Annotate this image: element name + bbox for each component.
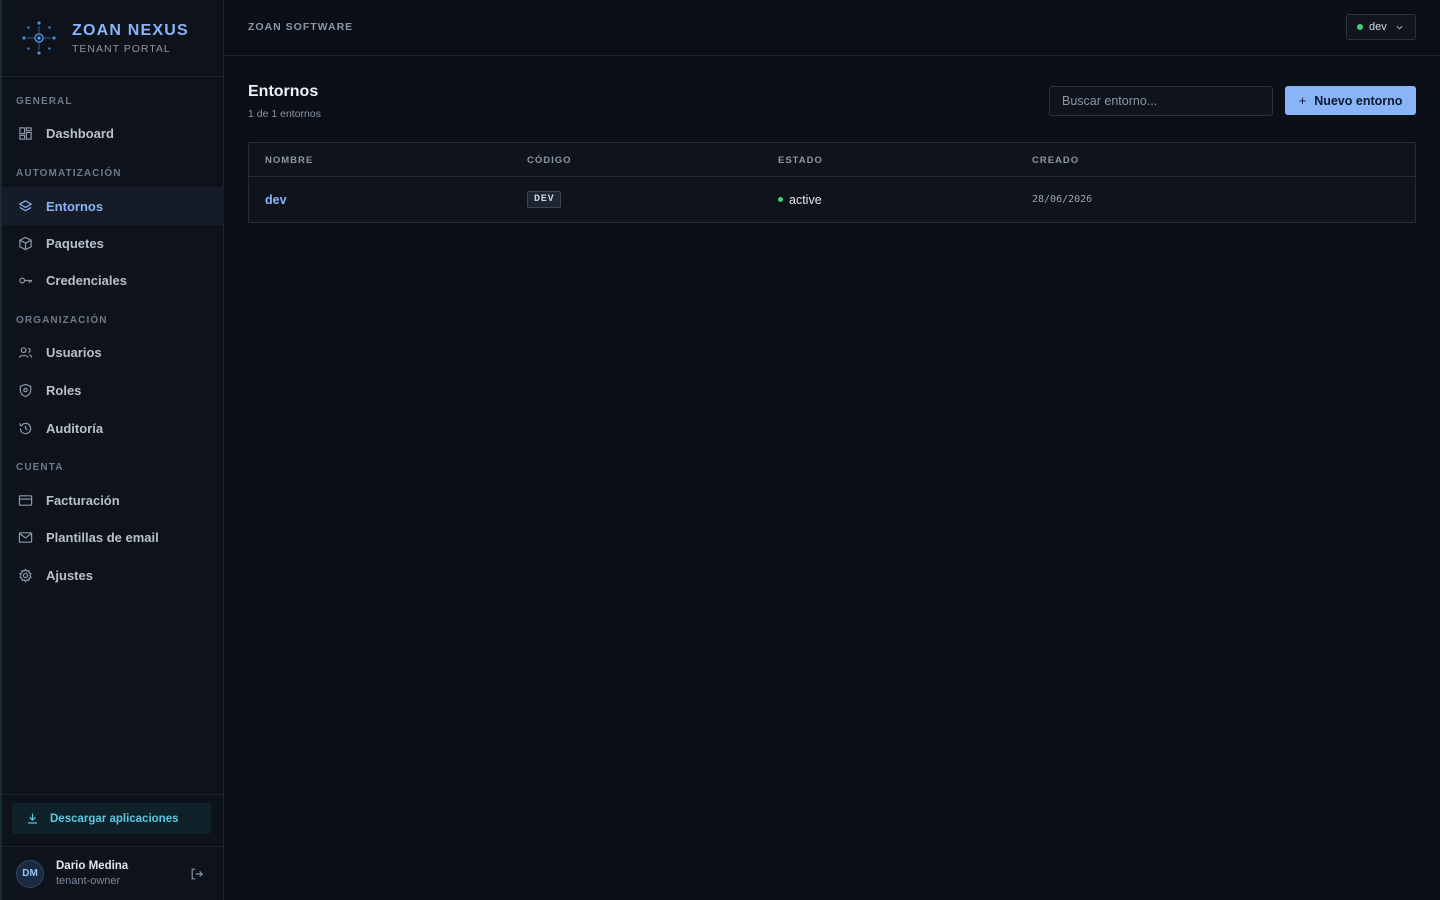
sidebar-item-auditoria[interactable]: Auditoría (2, 409, 224, 447)
network-node-icon (22, 21, 56, 55)
sidebar-item-label: Usuarios (46, 344, 102, 360)
section-label-automatizacion: AUTOMATIZACIÓN (16, 168, 122, 179)
avatar[interactable]: DM (16, 859, 44, 888)
plus-icon: + (1298, 93, 1307, 108)
page-title: Entornos (248, 83, 319, 100)
download-apps-button[interactable]: Descargar aplicaciones (12, 803, 211, 834)
search-input[interactable] (1049, 86, 1273, 116)
column-header-nombre[interactable]: NOMBRE (265, 155, 313, 166)
company-name: ZOAN SOFTWARE (248, 21, 354, 33)
sidebar-item-label: Roles (46, 382, 82, 398)
status-badge: active (778, 193, 822, 207)
table-header: NOMBRE CÓDIGO ESTADO CREADO (249, 143, 1415, 177)
sidebar-item-dashboard[interactable]: Dashboard (2, 114, 224, 152)
topbar: ZOAN SOFTWARE dev (224, 0, 1440, 56)
user-profile: DM Dario Medina tenant-owner (2, 846, 224, 900)
chevron-down-icon (1396, 25, 1403, 30)
sidebar-item-label: Ajustes (46, 567, 93, 583)
sidebar-item-plantillas-email[interactable]: Plantillas de email (2, 518, 224, 556)
grid-icon (19, 126, 32, 140)
sidebar-item-usuarios[interactable]: Usuarios (2, 333, 224, 371)
sidebar-item-label: Entornos (46, 198, 104, 214)
new-environment-label: Nuevo entorno (1314, 93, 1403, 108)
new-environment-button[interactable]: + Nuevo entorno (1285, 86, 1416, 115)
section-label-organizacion: ORGANIZACIÓN (16, 315, 108, 326)
sidebar: ZOAN NEXUS TENANT PORTAL GENERAL Dashboa… (0, 0, 224, 900)
user-role: tenant-owner (56, 875, 121, 887)
environment-selector-label: dev (1369, 21, 1387, 33)
environment-selector[interactable]: dev (1346, 14, 1416, 40)
download-icon (28, 813, 37, 824)
sidebar-item-roles[interactable]: Roles (2, 371, 224, 409)
sidebar-item-ajustes[interactable]: Ajustes (2, 556, 224, 594)
package-icon (19, 236, 32, 250)
sidebar-item-label: Paquetes (46, 235, 104, 251)
sidebar-item-label: Facturación (46, 492, 120, 508)
layers-icon (18, 199, 33, 211)
environments-table: NOMBRE CÓDIGO ESTADO CREADO dev DEV acti… (248, 142, 1416, 223)
section-label-general: GENERAL (16, 96, 73, 107)
created-date: 28/06/2026 (1032, 194, 1093, 205)
credit-card-icon (18, 494, 33, 506)
section-label-cuenta: CUENTA (16, 462, 64, 473)
brand-subtitle: TENANT PORTAL (72, 42, 171, 55)
user-name: Dario Medina (56, 860, 129, 872)
sidebar-item-credenciales[interactable]: Credenciales (2, 261, 224, 299)
environment-status-dot (1357, 24, 1363, 30)
environment-name-link[interactable]: dev (265, 193, 287, 207)
sidebar-item-label: Auditoría (46, 420, 104, 436)
logout-icon[interactable] (190, 867, 204, 881)
column-header-creado[interactable]: CREADO (1032, 155, 1079, 166)
shield-icon (19, 383, 32, 397)
sidebar-item-label: Dashboard (46, 125, 114, 141)
download-apps-label: Descargar aplicaciones (50, 812, 179, 825)
status-dot (778, 197, 783, 202)
status-text: active (789, 192, 822, 207)
sidebar-item-paquetes[interactable]: Paquetes (2, 224, 224, 262)
brand-name: ZOAN NEXUS (72, 21, 189, 39)
table-row[interactable]: dev DEV active 28/06/2026 (249, 177, 1415, 222)
history-icon (19, 422, 32, 434)
brand: ZOAN NEXUS TENANT PORTAL (2, 0, 223, 77)
sidebar-item-entornos[interactable]: Entornos (2, 187, 224, 225)
sidebar-divider (2, 794, 224, 795)
sidebar-item-facturacion[interactable]: Facturación (2, 481, 224, 519)
environment-code-badge: DEV (527, 191, 562, 208)
column-header-codigo[interactable]: CÓDIGO (527, 155, 572, 166)
mail-icon (18, 531, 33, 543)
gear-icon (19, 567, 32, 583)
sidebar-item-label: Plantillas de email (46, 529, 159, 545)
users-icon (18, 346, 33, 358)
sidebar-item-label: Credenciales (46, 272, 127, 288)
column-header-estado[interactable]: ESTADO (778, 155, 823, 166)
key-icon (19, 277, 33, 283)
page-subtitle: 1 de 1 entornos (248, 108, 321, 120)
